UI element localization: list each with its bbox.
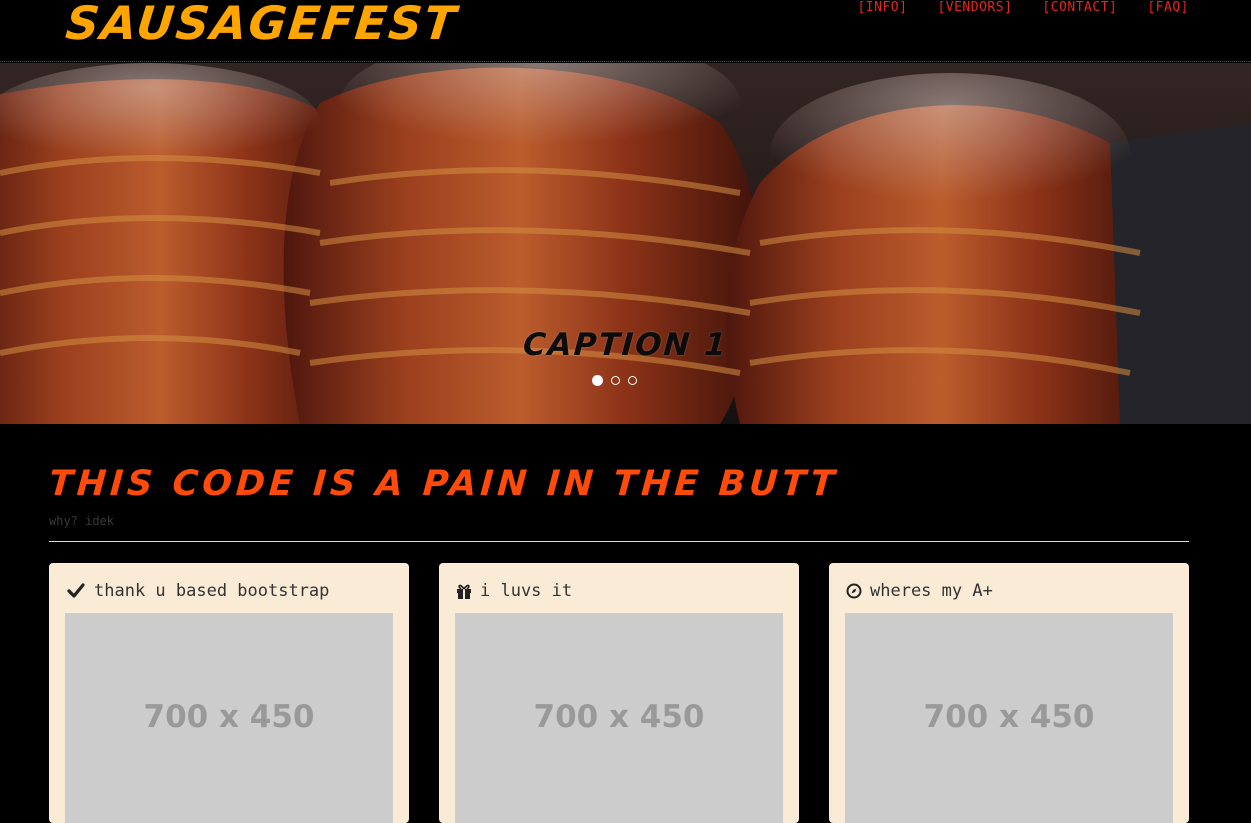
carousel-slide-image <box>0 63 1251 424</box>
card-image-placeholder: 700 x 450 <box>65 613 393 823</box>
nav-faq-link[interactable]: [FAQ] <box>1147 0 1189 16</box>
nav-info-link[interactable]: [INFO] <box>857 0 907 16</box>
card-image-placeholder: 700 x 450 <box>845 613 1173 823</box>
card-header: wheres my A+ <box>846 581 993 601</box>
section-divider <box>49 541 1189 542</box>
card-header: thank u based bootstrap <box>66 581 329 601</box>
placeholder-label: 700 x 450 <box>143 699 315 735</box>
compass-icon <box>846 581 862 601</box>
gift-icon <box>456 581 472 601</box>
card-title: i luvs it <box>480 581 573 601</box>
section-title: THIS CODE IS A PAIN IN THE BUTT <box>47 464 840 504</box>
card-header: i luvs it <box>456 581 572 601</box>
nav-links: [INFO] [VENDORS] [CONTACT] [FAQ] <box>857 0 1189 16</box>
feature-card: thank u based bootstrap 700 x 450 <box>49 563 409 823</box>
placeholder-label: 700 x 450 <box>533 699 705 735</box>
nav-vendors-link[interactable]: [VENDORS] <box>937 0 1012 16</box>
check-icon <box>66 581 86 601</box>
carousel-indicator-2[interactable] <box>611 376 620 385</box>
placeholder-label: 700 x 450 <box>923 699 1095 735</box>
carousel-indicator-3[interactable] <box>628 376 637 385</box>
feature-card: wheres my A+ 700 x 450 <box>829 563 1189 823</box>
card-image-placeholder: 700 x 450 <box>455 613 783 823</box>
carousel-indicators <box>592 375 637 386</box>
nav-contact-link[interactable]: [CONTACT] <box>1042 0 1117 16</box>
brand-logo[interactable]: SAUSAGEFEST <box>63 0 460 52</box>
card-title: wheres my A+ <box>870 581 993 601</box>
feature-card: i luvs it 700 x 450 <box>439 563 799 823</box>
carousel-indicator-1[interactable] <box>592 375 603 386</box>
carousel-caption: CAPTION 1 <box>521 327 730 363</box>
navbar: SAUSAGEFEST [INFO] [VENDORS] [CONTACT] [… <box>0 0 1251 62</box>
hero-carousel[interactable]: CAPTION 1 <box>0 63 1251 424</box>
section-subtitle: why? idek <box>49 514 115 528</box>
card-title: thank u based bootstrap <box>94 581 330 601</box>
